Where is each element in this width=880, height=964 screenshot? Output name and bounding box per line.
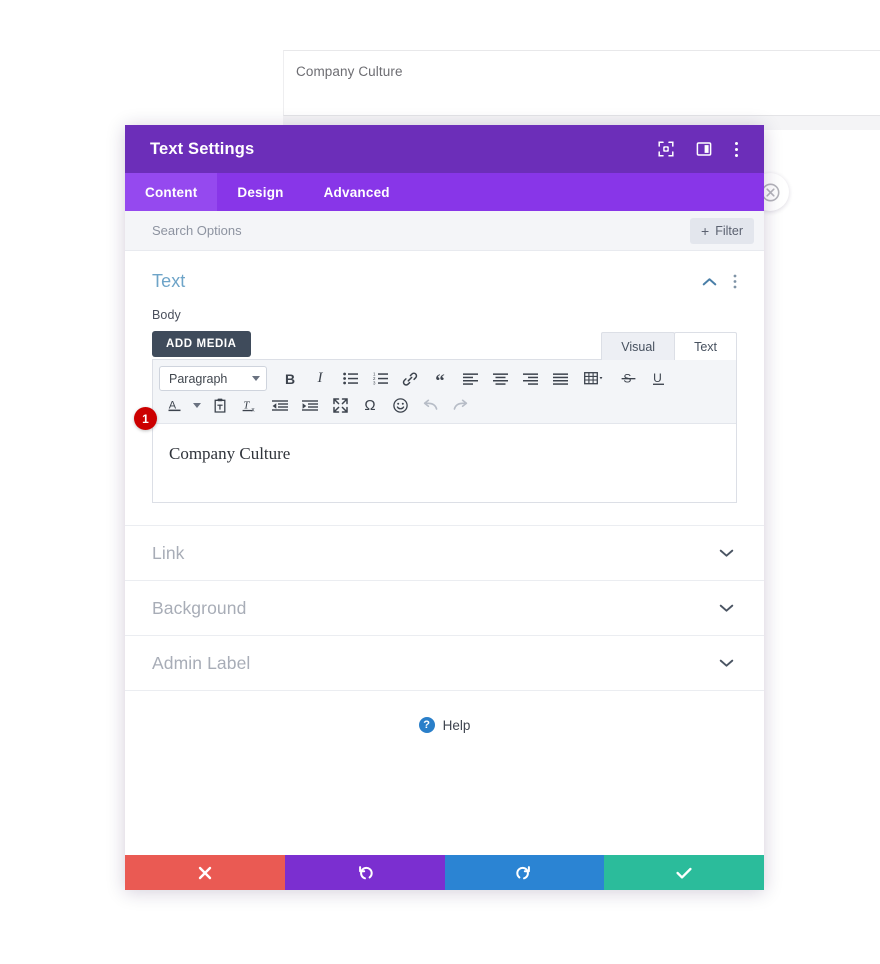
chevron-down-icon bbox=[719, 603, 734, 613]
bulleted-list-icon[interactable] bbox=[335, 366, 365, 391]
accordion-admin-label-label: Admin Label bbox=[152, 652, 251, 673]
svg-text:x: x bbox=[251, 406, 255, 413]
blockquote-icon[interactable]: “ bbox=[425, 366, 455, 391]
outdent-icon[interactable] bbox=[265, 393, 295, 418]
tab-content[interactable]: Content bbox=[125, 173, 218, 211]
svg-text:U: U bbox=[653, 371, 662, 385]
header-icon-group bbox=[658, 141, 750, 158]
align-center-icon[interactable] bbox=[485, 366, 515, 391]
tab-design[interactable]: Design bbox=[217, 173, 303, 211]
check-icon bbox=[676, 867, 692, 879]
plus-icon: + bbox=[701, 222, 710, 239]
align-justify-icon[interactable] bbox=[545, 366, 575, 391]
filter-button-label: Filter bbox=[715, 223, 743, 238]
save-button[interactable] bbox=[604, 855, 764, 890]
tab-visual[interactable]: Visual bbox=[601, 332, 676, 360]
redo-icon bbox=[516, 865, 531, 879]
add-media-button[interactable]: ADD MEDIA bbox=[152, 331, 251, 357]
undo-icon bbox=[358, 865, 373, 879]
paragraph-format-value: Paragraph bbox=[169, 371, 228, 386]
accordion-background[interactable]: Background bbox=[125, 580, 764, 635]
screen: Company Culture Text Settings Content De… bbox=[0, 0, 880, 964]
accordion-link[interactable]: Link bbox=[125, 525, 764, 580]
chevron-down-icon bbox=[719, 548, 734, 558]
text-settings-modal: Text Settings Content Design Advanced Se… bbox=[125, 125, 764, 890]
chevron-up-icon[interactable] bbox=[702, 277, 717, 287]
undo-button[interactable] bbox=[284, 855, 445, 890]
text-section: Text Body ADD MEDIA Visual Text Paragrap… bbox=[125, 251, 764, 503]
media-and-editor-tabs-row: ADD MEDIA Visual Text bbox=[152, 331, 737, 360]
chevron-down-icon bbox=[719, 658, 734, 668]
fullscreen-icon[interactable] bbox=[325, 393, 355, 418]
chevron-down-icon bbox=[252, 376, 260, 381]
cancel-button[interactable] bbox=[125, 855, 285, 890]
modal-footer bbox=[125, 855, 764, 890]
search-input[interactable] bbox=[152, 223, 691, 238]
text-section-title: Text bbox=[152, 271, 186, 291]
redo-button[interactable] bbox=[444, 855, 605, 890]
tab-advanced[interactable]: Advanced bbox=[304, 173, 410, 211]
modal-body: Text Body ADD MEDIA Visual Text Paragrap… bbox=[125, 251, 764, 855]
close-icon bbox=[198, 866, 212, 879]
search-options-bar: + Filter bbox=[125, 211, 764, 251]
text-section-actions bbox=[702, 274, 737, 289]
panel-layout-icon[interactable] bbox=[696, 141, 712, 157]
link-icon[interactable] bbox=[395, 366, 425, 391]
accordion-background-label: Background bbox=[152, 597, 247, 618]
focus-target-icon[interactable] bbox=[658, 141, 674, 157]
align-right-icon[interactable] bbox=[515, 366, 545, 391]
tab-text[interactable]: Text bbox=[674, 332, 737, 360]
svg-text:T: T bbox=[243, 400, 250, 412]
editor-content-area[interactable]: 1 Company Culture bbox=[134, 407, 736, 502]
align-left-icon[interactable] bbox=[455, 366, 485, 391]
more-vertical-icon[interactable] bbox=[733, 274, 737, 289]
page-title: Text Settings bbox=[150, 139, 255, 158]
option-groups: Link Background Admin Label bbox=[125, 525, 764, 690]
redo-icon[interactable] bbox=[445, 393, 475, 418]
numbered-list-icon[interactable]: 1 2 3 bbox=[365, 366, 395, 391]
special-character-icon[interactable]: Ω bbox=[355, 393, 385, 418]
bold-icon[interactable]: B bbox=[275, 366, 305, 391]
filter-button[interactable]: + Filter bbox=[690, 217, 754, 244]
indent-icon[interactable] bbox=[295, 393, 325, 418]
body-field-label: Body bbox=[152, 308, 181, 322]
chevron-down-icon[interactable] bbox=[189, 393, 205, 418]
text-section-header: Text bbox=[152, 271, 737, 292]
toolbar-row-2: A T x Ω bbox=[159, 392, 730, 419]
paste-as-text-icon[interactable] bbox=[205, 393, 235, 418]
help-icon: ? bbox=[418, 717, 435, 733]
editor-toolbar: Paragraph B I 1 2 3 “ S U A T x Ω bbox=[153, 360, 736, 424]
strikethrough-icon[interactable]: S bbox=[613, 366, 643, 391]
undo-icon[interactable] bbox=[415, 393, 445, 418]
editor-mode-tabs: Visual Text bbox=[601, 332, 737, 360]
help-row[interactable]: ? Help bbox=[125, 690, 764, 733]
accordion-admin-label[interactable]: Admin Label bbox=[125, 635, 764, 690]
text-color-icon[interactable]: A bbox=[159, 393, 189, 418]
underline-icon[interactable]: U bbox=[643, 366, 673, 391]
background-page-card: Company Culture bbox=[283, 50, 880, 116]
wysiwyg-editor: Paragraph B I 1 2 3 “ S U A T x Ω 1 Comp… bbox=[134, 359, 737, 503]
more-vertical-icon[interactable] bbox=[734, 141, 739, 158]
editor-text[interactable]: Company Culture bbox=[169, 442, 720, 466]
modal-header: Text Settings bbox=[125, 125, 764, 173]
svg-text:3: 3 bbox=[373, 381, 376, 385]
paragraph-format-select[interactable]: Paragraph bbox=[159, 366, 267, 391]
help-label: Help bbox=[442, 717, 471, 733]
table-icon[interactable] bbox=[575, 366, 613, 391]
italic-icon[interactable]: I bbox=[305, 366, 335, 391]
accordion-link-label: Link bbox=[152, 542, 185, 563]
emoji-icon[interactable] bbox=[385, 393, 415, 418]
background-card-text: Company Culture bbox=[296, 64, 403, 79]
step-badge-1: 1 bbox=[134, 407, 157, 430]
modal-tabbar: Content Design Advanced bbox=[125, 173, 764, 211]
toolbar-row-1: Paragraph B I 1 2 3 “ S U bbox=[159, 365, 730, 392]
clear-formatting-icon[interactable]: T x bbox=[235, 393, 265, 418]
